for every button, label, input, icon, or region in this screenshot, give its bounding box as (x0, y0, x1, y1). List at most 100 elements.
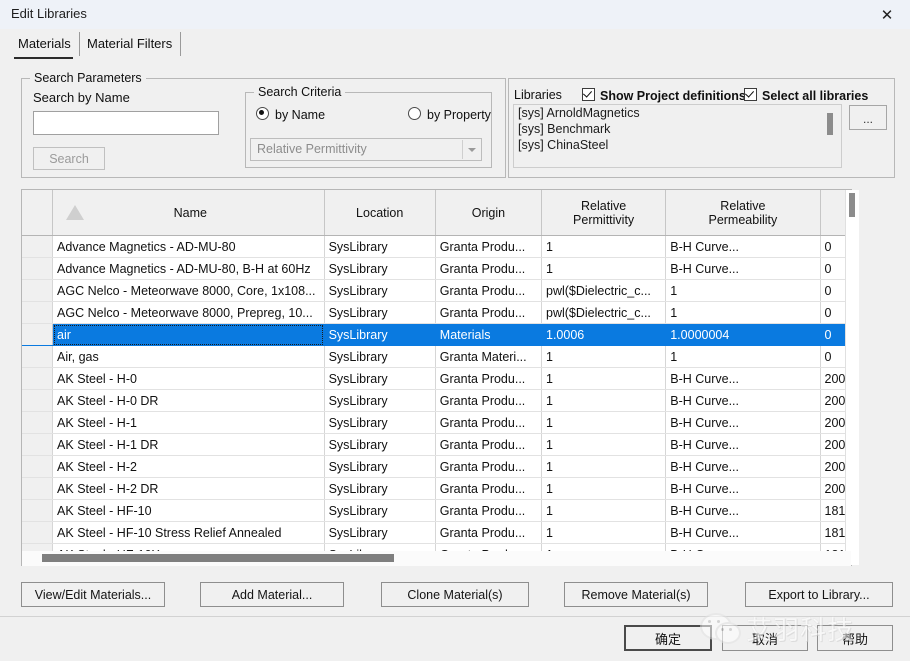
table-row[interactable]: AK Steel - H-0 DR SysLibrary Granta Produ.… (22, 389, 851, 412)
row-selector[interactable] (22, 235, 54, 258)
table-row[interactable]: AK Steel - H-1 SysLibrary Granta Produ... 1… (22, 411, 851, 434)
row-selector[interactable] (22, 521, 54, 544)
cell-relative-permeability: B-H Curve... (665, 411, 821, 434)
tab-materials[interactable]: Materials (10, 32, 80, 59)
table-row[interactable]: AK Steel - H-2 DR SysLibrary Granta Produ.… (22, 477, 851, 500)
libraries-label: Libraries (514, 88, 562, 102)
table-row[interactable]: Advance Magnetics - AD-MU-80 SysLibrary Gr… (22, 235, 851, 258)
checkbox-show-project-definitions-box (582, 88, 595, 101)
row-selector[interactable] (22, 367, 54, 390)
table-row[interactable]: AK Steel - H-2 SysLibrary Granta Produ... 1… (22, 455, 851, 478)
add-material-label: Add Material... (231, 587, 313, 602)
materials-table-panel[interactable]: Name Location Origin Relative Permittivi… (21, 189, 852, 566)
search-name-input[interactable] (33, 111, 219, 135)
row-selector[interactable] (22, 345, 54, 368)
search-button-label: Search (49, 151, 89, 166)
table-row[interactable]: Air, gas SysLibrary Granta Materi... 1 1 0 (22, 345, 851, 368)
cell-location: SysLibrary (324, 477, 436, 500)
column-header-origin[interactable]: Origin (435, 190, 543, 236)
cell-relative-permittivity: 1 (541, 455, 667, 478)
cell-origin: Granta Produ... (435, 389, 543, 412)
table-row[interactable]: AGC Nelco - Meteorwave 8000, Core, 1x108… (22, 279, 851, 302)
cancel-button[interactable]: 取消 (722, 625, 808, 651)
cell-relative-permittivity: 1 (541, 257, 667, 280)
table-vertical-scrollbar-thumb[interactable] (849, 193, 855, 217)
cell-relative-permittivity: 1 (541, 499, 667, 522)
cell-relative-permittivity: 1 (541, 389, 667, 412)
radio-by-property-label: by Property (427, 108, 491, 122)
cell-location: SysLibrary (324, 235, 436, 258)
table-row[interactable]: AK Steel - H-0 SysLibrary Granta Produ... 1… (22, 367, 851, 390)
row-selector[interactable] (22, 477, 54, 500)
row-selector[interactable] (22, 455, 54, 478)
list-item[interactable]: [sys] ArnoldMagnetics (514, 105, 841, 121)
cell-origin: Granta Produ... (435, 455, 543, 478)
export-to-library-button[interactable]: Export to Library... (745, 582, 893, 607)
footer-divider (0, 616, 910, 617)
close-icon[interactable]: ✕ (864, 0, 910, 29)
libraries-browse-button[interactable]: ... (849, 105, 887, 130)
cell-origin: Granta Produ... (435, 235, 543, 258)
cell-name: AK Steel - H-2 (52, 455, 325, 478)
table-row[interactable]: AK Steel - HF-10 Stress Relief Annealed S… (22, 521, 851, 544)
table-row[interactable]: AK Steel - H-1 DR SysLibrary Granta Produ.… (22, 433, 851, 456)
cell-origin: Granta Produ... (435, 367, 543, 390)
libraries-list[interactable]: [sys] ArnoldMagnetics [sys] Benchmark [s… (513, 104, 842, 168)
row-selector[interactable] (22, 499, 54, 522)
radio-by-property[interactable]: by Property (408, 107, 491, 122)
clone-materials-button[interactable]: Clone Material(s) (381, 582, 529, 607)
cell-relative-permittivity: 1 (541, 477, 667, 500)
column-header-name[interactable]: Name (52, 190, 325, 236)
cell-name: AK Steel - HF-10 (52, 499, 325, 522)
remove-materials-button[interactable]: Remove Material(s) (564, 582, 708, 607)
checkbox-show-project-definitions[interactable]: Show Project definitions (582, 88, 746, 103)
cell-location: SysLibrary (324, 433, 436, 456)
cell-origin: Granta Produ... (435, 521, 543, 544)
property-select[interactable]: Relative Permittivity (250, 138, 482, 161)
view-edit-materials-button[interactable]: View/Edit Materials... (21, 582, 165, 607)
tab-material-filters[interactable]: Material Filters (79, 32, 182, 56)
checkbox-select-all-libraries[interactable]: Select all libraries (744, 88, 868, 103)
row-selector[interactable] (22, 323, 54, 346)
table-row[interactable]: Advance Magnetics - AD-MU-80, B-H at 60H… (22, 257, 851, 280)
cell-relative-permittivity: 1 (541, 235, 667, 258)
chevron-down-icon[interactable] (462, 140, 480, 159)
row-selector[interactable] (22, 301, 54, 324)
libraries-browse-label: ... (862, 112, 873, 126)
row-selector[interactable] (22, 433, 54, 456)
table-row[interactable]: AK Steel - HF-10 SysLibrary Granta Produ..… (22, 499, 851, 522)
tab-material-filters-label: Material Filters (87, 36, 173, 51)
cell-origin: Granta Produ... (435, 257, 543, 280)
column-header-select[interactable] (22, 190, 54, 236)
row-selector[interactable] (22, 389, 54, 412)
column-header-location[interactable]: Location (324, 190, 436, 236)
table-row[interactable]: AGC Nelco - Meteorwave 8000, Prepreg, 10… (22, 301, 851, 324)
search-button[interactable]: Search (33, 147, 105, 170)
row-selector[interactable] (22, 279, 54, 302)
ok-button[interactable]: 确定 (624, 625, 712, 651)
cell-origin: Granta Produ... (435, 433, 543, 456)
table-vertical-scrollbar[interactable] (845, 190, 859, 565)
libraries-list-scrollbar[interactable] (824, 105, 836, 167)
radio-by-name[interactable]: by Name (256, 107, 325, 122)
help-button[interactable]: 帮助 (817, 625, 893, 651)
column-header-relative-permittivity[interactable]: Relative Permittivity (541, 190, 667, 236)
table-horizontal-scrollbar[interactable] (22, 551, 851, 566)
cell-relative-permeability: 1.0000004 (665, 323, 821, 346)
row-selector[interactable] (22, 257, 54, 280)
add-material-button[interactable]: Add Material... (200, 582, 344, 607)
list-item[interactable]: [sys] ChinaSteel (514, 137, 841, 153)
materials-table: Name Location Origin Relative Permittivi… (22, 190, 851, 565)
column-header-relative-permeability[interactable]: Relative Permeability (665, 190, 821, 236)
sort-ascending-icon[interactable] (58, 205, 92, 220)
libraries-list-scrollbar-thumb[interactable] (827, 113, 833, 135)
table-horizontal-scrollbar-thumb[interactable] (42, 554, 394, 562)
radio-by-name-label: by Name (275, 108, 326, 122)
cell-location: SysLibrary (324, 367, 436, 390)
row-selector[interactable] (22, 411, 54, 434)
table-row[interactable]: air SysLibrary Materials 1.0006 1.0000004 0 (22, 323, 851, 346)
cell-relative-permeability: 1 (665, 301, 821, 324)
list-item[interactable]: [sys] Benchmark (514, 121, 841, 137)
cell-relative-permeability: B-H Curve... (665, 455, 821, 478)
cell-relative-permittivity: pwl($Dielectric_c... (541, 301, 667, 324)
